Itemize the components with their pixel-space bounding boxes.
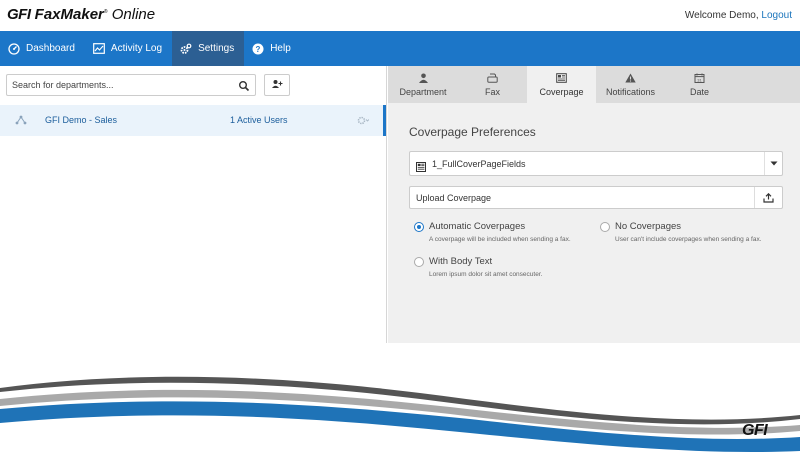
automatic-coverpages-label: Automatic Coverpages — [429, 221, 526, 232]
fax-icon — [487, 73, 498, 83]
template-icon — [416, 159, 426, 172]
logout-link[interactable]: Logout — [761, 10, 792, 21]
coverpage-icon — [556, 72, 567, 83]
logo-online-text: Online — [111, 6, 156, 23]
department-search-input[interactable] — [7, 75, 227, 95]
upload-coverpage-label: Upload Coverpage — [416, 193, 492, 203]
tab-date[interactable]: 31 Date — [665, 66, 734, 103]
tab-fax[interactable]: Fax — [458, 66, 527, 103]
department-row[interactable]: GFI Demo - Sales 1 Active Users — [0, 105, 386, 136]
no-coverpages-label: No Coverpages — [615, 221, 682, 232]
search-icon[interactable] — [238, 79, 250, 92]
warning-icon — [625, 73, 636, 83]
settings-panel: Department Fax Coverpage Notifications 3… — [388, 66, 800, 343]
tab-fax-label: Fax — [484, 86, 500, 97]
department-active-users: 1 Active Users — [230, 115, 288, 125]
logo-gfi-text: GFI — [7, 6, 31, 23]
department-name: GFI Demo - Sales — [45, 115, 118, 125]
radio-no-coverpages[interactable] — [600, 222, 610, 232]
upload-coverpage-field[interactable]: Upload Coverpage — [409, 186, 783, 209]
no-coverpages-desc: User can't include coverpages when sendi… — [615, 236, 762, 243]
decorative-swoosh — [0, 376, 800, 465]
department-gear-icon[interactable] — [357, 116, 370, 125]
tab-coverpage[interactable]: Coverpage — [527, 66, 596, 103]
radio-automatic-coverpages[interactable] — [414, 222, 424, 232]
footer-gfi-logo: GFI — [742, 422, 768, 439]
hierarchy-icon — [15, 115, 27, 125]
activity-log-icon — [93, 43, 105, 55]
tab-notifications[interactable]: Notifications — [596, 66, 665, 103]
app-header: GFI FaxMaker® Online Welcome Demo, Logou… — [0, 0, 800, 31]
add-user-button[interactable] — [264, 74, 290, 96]
coverpage-preferences-title: Coverpage Preferences — [409, 125, 536, 139]
settings-tabs: Department Fax Coverpage Notifications 3… — [388, 66, 800, 103]
nav-help[interactable]: ? Help — [244, 31, 301, 66]
svg-text:?: ? — [256, 45, 261, 54]
with-body-text-desc: Lorem ipsum dolor sit amet consecuter. — [429, 271, 543, 278]
tab-coverpage-label: Coverpage — [539, 86, 584, 97]
welcome-text: Welcome Demo, — [684, 10, 759, 21]
logo-faxmaker-text: FaxMaker — [34, 6, 104, 23]
add-user-icon — [271, 76, 283, 94]
nav-dashboard-label: Dashboard — [26, 43, 75, 54]
tab-department[interactable]: Department — [388, 66, 458, 103]
coverpage-template-select[interactable]: 1_FullCoverPageFields — [409, 151, 783, 176]
automatic-coverpages-desc: A coverpage will be included when sendin… — [429, 236, 571, 243]
with-body-text-label: With Body Text — [429, 256, 493, 267]
tab-notifications-label: Notifications — [605, 86, 656, 97]
welcome-area: Welcome Demo, Logout — [685, 10, 792, 21]
department-search — [6, 74, 256, 96]
upload-button[interactable] — [754, 187, 782, 208]
nav-activity-log[interactable]: Activity Log — [85, 31, 172, 66]
upload-icon — [763, 192, 774, 203]
help-icon: ? — [252, 43, 264, 55]
nav-settings-label: Settings — [198, 43, 235, 54]
user-icon — [418, 73, 429, 83]
departments-panel: GFI Demo - Sales 1 Active Users — [0, 66, 387, 343]
coverpage-template-value: 1_FullCoverPageFields — [432, 159, 526, 169]
app-logo[interactable]: GFI FaxMaker® Online — [7, 6, 155, 23]
calendar-icon: 31 — [694, 73, 705, 83]
svg-text:31: 31 — [697, 77, 702, 82]
chevron-down-icon[interactable] — [764, 152, 782, 175]
nav-help-label: Help — [270, 43, 291, 54]
dashboard-icon — [8, 42, 20, 55]
tab-department-label: Department — [399, 86, 447, 97]
nav-settings[interactable]: Settings — [172, 31, 245, 66]
main-nav: Dashboard Activity Log Settings ? Help — [0, 31, 800, 66]
nav-activity-log-label: Activity Log — [110, 43, 163, 54]
radio-with-body-text[interactable] — [414, 257, 424, 267]
settings-gear-icon — [180, 43, 192, 55]
nav-dashboard[interactable]: Dashboard — [0, 31, 85, 66]
tab-date-label: Date — [689, 86, 709, 97]
